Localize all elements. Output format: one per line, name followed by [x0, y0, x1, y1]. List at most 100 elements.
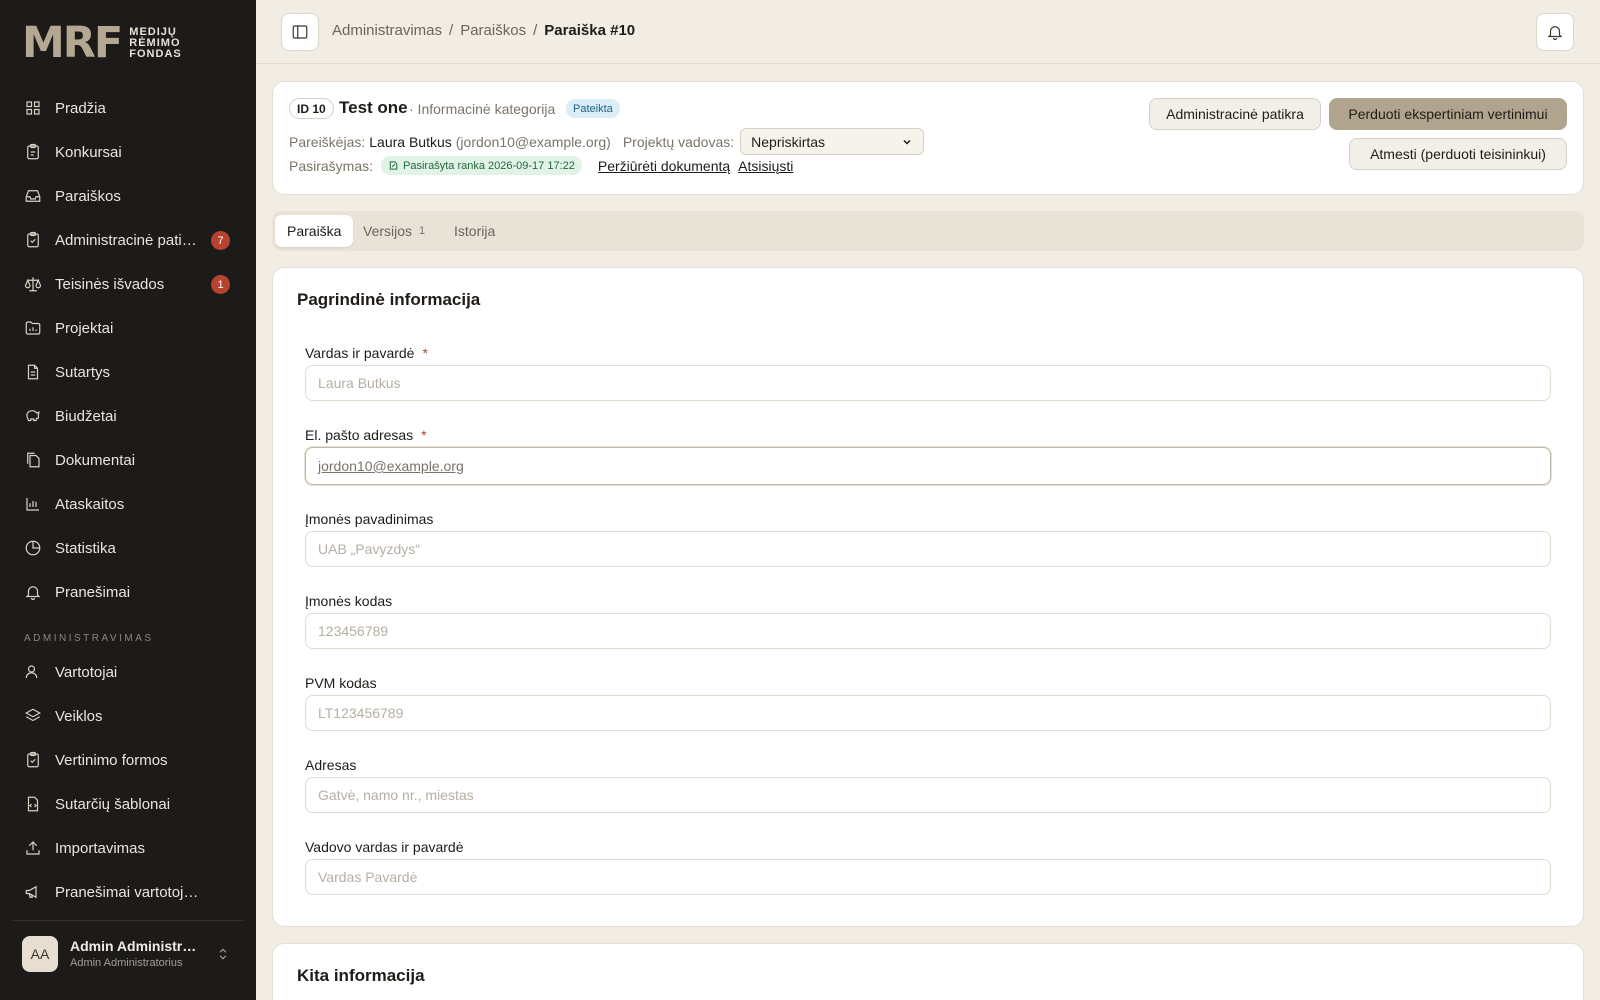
sidebar-item-label: Konkursai	[55, 143, 122, 161]
sidebar-item-sutartys[interactable]: Sutartys	[12, 350, 244, 394]
vat-code-input[interactable]: LT123456789	[305, 695, 1551, 731]
brand-logo[interactable]: MRF MEDIJŲ RĖMIMO FONDAS	[22, 22, 182, 65]
sidebar-item-pradzia[interactable]: Pradžia	[12, 86, 244, 130]
address-input[interactable]: Gatvė, namo nr., miestas	[305, 777, 1551, 813]
clipboard-check-icon	[24, 231, 42, 249]
sidebar-item-administracine-patikra[interactable]: Administracinė patikra 7	[12, 218, 244, 262]
reject-forward-lawyer-button[interactable]: Atmesti (perduoti teisininkui)	[1349, 138, 1567, 170]
signing-status-badge: Pasirašyta ranka 2026-09-17 17:22	[381, 156, 582, 175]
sidebar-item-pranesimai[interactable]: Pranešimai	[12, 570, 244, 614]
breadcrumb: Administravimas / Paraiškos / Paraiška #…	[332, 22, 635, 39]
user-name: Admin Administratorius	[70, 938, 204, 954]
user-menu[interactable]: AA Admin Administratorius Admin Administ…	[12, 920, 244, 986]
sidebar-item-label: Importavimas	[55, 839, 146, 857]
sidebar-item-label: Sutarčių šablonai	[55, 795, 171, 813]
sidebar: MRF MEDIJŲ RĖMIMO FONDAS Pradžia Konkurs…	[0, 0, 256, 1000]
manager-select[interactable]: Nepriskirtas	[740, 128, 925, 155]
tab-paraiska[interactable]: Paraiška	[275, 215, 354, 247]
breadcrumb-link-administravimas[interactable]: Administravimas	[332, 22, 442, 39]
view-document-link[interactable]: Peržiūrėti dokumentą	[598, 158, 730, 174]
logo-text: MEDIJŲ RĖMIMO FONDAS	[129, 27, 181, 60]
sidebar-item-vertinimo-formos[interactable]: Vertinimo formos	[12, 738, 244, 782]
manager-label: Projektų vadovas:	[622, 133, 735, 150]
inbox-icon	[24, 187, 42, 205]
sidebar-nav: Pradžia Konkursai Paraiškos Administraci…	[12, 86, 244, 914]
breadcrumb-link-paraiskos[interactable]: Paraiškos	[460, 22, 526, 39]
clipboard-icon	[24, 143, 42, 161]
download-link[interactable]: Atsisiųsti	[738, 158, 793, 174]
sidebar-item-projektai[interactable]: Projektai	[12, 306, 244, 350]
scale-icon	[24, 275, 42, 293]
sidebar-item-importavimas[interactable]: Importavimas	[12, 826, 244, 870]
tab-label: Paraiška	[287, 223, 342, 239]
email-input[interactable]: jordon10@example.org	[305, 447, 1551, 485]
sidebar-item-teisines-isvados[interactable]: Teisinės išvados 1	[12, 262, 244, 306]
sidebar-toggle-icon	[292, 25, 308, 39]
topbar: Administravimas / Paraiškos / Paraiška #…	[256, 0, 1600, 64]
sidebar-item-label: Vertinimo formos	[55, 751, 168, 769]
application-header: ID 10 Test one · Informacinė kategorija …	[272, 81, 1584, 195]
sidebar-item-biudzetai[interactable]: Biudžetai	[12, 394, 244, 438]
upload-icon	[24, 839, 42, 857]
notifications-button[interactable]	[1536, 13, 1574, 51]
sidebar-item-pranesimai-vartotojams[interactable]: Pranešimai vartotojams	[12, 870, 244, 914]
sidebar-item-label: Pranešimai	[55, 583, 131, 601]
logo-mark: MRF	[22, 18, 123, 68]
layers-icon	[24, 707, 42, 725]
bell-icon	[1547, 26, 1563, 41]
user-meta: Admin Administratorius Admin Administrat…	[70, 938, 204, 969]
applicant-email: (jordon10@example.org)	[455, 133, 611, 150]
field-label-text: El. pašto adresas	[305, 427, 414, 443]
sidebar-item-label: Vartotojai	[55, 663, 118, 681]
field-label-manager-name: Vadovo vardas ir pavardė	[305, 839, 464, 855]
chevron-up-down-icon	[219, 948, 227, 960]
application-title: Test one	[339, 98, 408, 117]
required-marker: *	[422, 345, 428, 361]
sidebar-item-dokumentai[interactable]: Dokumentai	[12, 438, 244, 482]
sidebar-toggle-button[interactable]	[281, 13, 319, 51]
sidebar-item-paraiskos[interactable]: Paraiškos	[12, 174, 244, 218]
files-icon	[24, 451, 42, 469]
signing-row: Pasirašymas: Pasirašyta ranka 2026-09-17…	[289, 156, 793, 175]
other-info-card: Kita informacija	[272, 943, 1584, 1000]
signing-label: Pasirašymas:	[289, 157, 374, 174]
forward-expert-evaluation-button[interactable]: Perduoti ekspertiniam vertinimui	[1329, 98, 1567, 130]
company-name-input[interactable]: UAB „Pavyzdys“	[305, 531, 1551, 567]
sidebar-item-label: Statistika	[55, 539, 116, 557]
chevron-down-icon	[903, 139, 911, 145]
sidebar-item-label: Projektai	[55, 319, 114, 337]
tab-versijos[interactable]: Versijos 1	[351, 215, 437, 247]
required-marker: *	[421, 427, 427, 443]
administrative-check-button[interactable]: Administracinė patikra	[1149, 98, 1321, 130]
applicant-label: Pareiškėjas:	[289, 133, 366, 150]
sidebar-item-konkursai[interactable]: Konkursai	[12, 130, 244, 174]
sidebar-item-label: Veiklos	[55, 707, 103, 725]
sidebar-item-label: Pradžia	[55, 99, 106, 117]
field-label-text: Vardas ir pavardė	[305, 345, 415, 361]
users-icon	[24, 663, 42, 681]
sidebar-item-sutarciu-sablonai[interactable]: Sutarčių šablonai	[12, 782, 244, 826]
full-name-input[interactable]: Laura Butkus	[305, 365, 1551, 401]
sidebar-item-statistika[interactable]: Statistika	[12, 526, 244, 570]
form-card: Pagrindinė informacija Vardas ir pavardė…	[272, 267, 1584, 927]
clipboard-check-icon	[24, 751, 42, 769]
sidebar-item-ataskaitos[interactable]: Ataskaitos	[12, 482, 244, 526]
field-label-vat-code: PVM kodas	[305, 675, 377, 691]
sidebar-item-veiklos[interactable]: Veiklos	[12, 694, 244, 738]
tab-istorija[interactable]: Istorija	[442, 215, 507, 247]
status-badge: Pateikta	[566, 99, 620, 118]
tab-label: Istorija	[454, 223, 496, 239]
field-label-company-name: Įmonės pavadinimas	[305, 511, 434, 527]
manager-name-input[interactable]: Vardas Pavardė	[305, 859, 1551, 895]
tab-label: Versijos	[363, 223, 413, 239]
sidebar-item-label: Dokumentai	[55, 451, 136, 469]
tab-list: Paraiška Versijos 1 Istorija	[272, 211, 1584, 251]
company-code-input[interactable]: 123456789	[305, 613, 1551, 649]
tab-count: 1	[419, 225, 426, 237]
sidebar-item-label: Ataskaitos	[55, 495, 125, 513]
field-label-email: El. pašto adresas *	[305, 427, 427, 443]
user-role: Admin Administratorius	[70, 957, 183, 969]
sidebar-item-label: Administracinė patikra	[55, 231, 201, 249]
folder-chart-icon	[24, 319, 42, 337]
sidebar-item-vartotojai[interactable]: Vartotojai	[12, 650, 244, 694]
